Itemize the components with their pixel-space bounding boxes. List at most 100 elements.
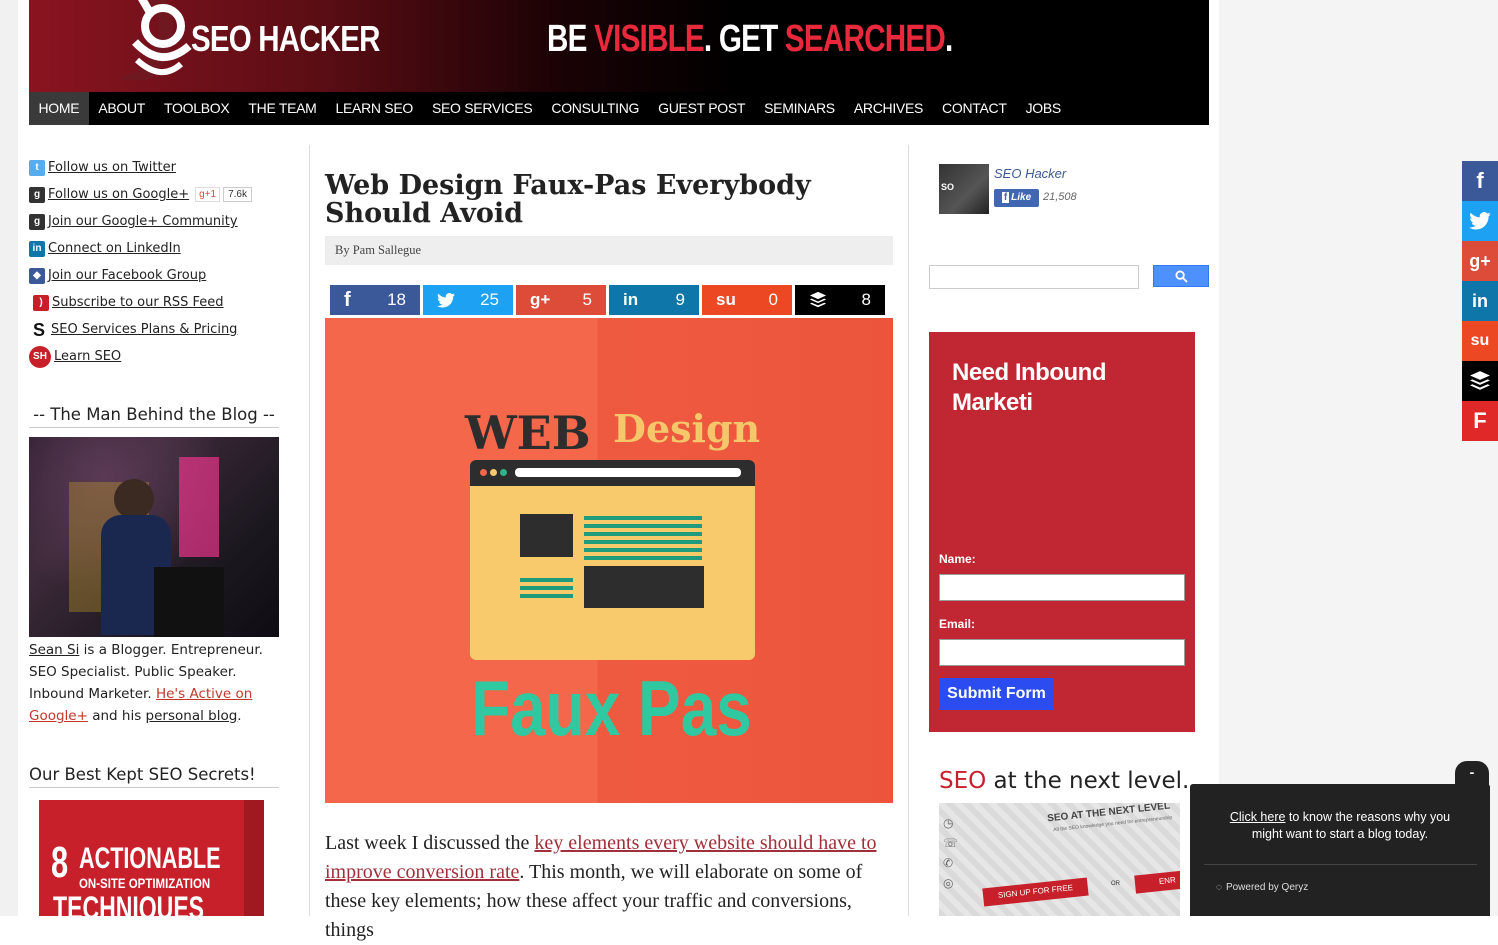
browser-dot-yellow xyxy=(490,469,497,476)
float-twitter-button[interactable] xyxy=(1462,201,1498,241)
nav-seminars[interactable]: SEMINARS xyxy=(755,92,845,125)
seo-secrets-title: Our Best Kept SEO Secrets! xyxy=(29,765,279,788)
article-byline: By Pam Sallegue xyxy=(325,236,893,265)
stumbleupon-icon: su xyxy=(716,290,736,309)
floating-share-bar: f g+ in su F xyxy=(1462,161,1498,441)
qeryz-click-here-link[interactable]: Click here xyxy=(1230,810,1286,824)
share-google-plus-button[interactable]: g+ 5 xyxy=(516,285,606,315)
qeryz-message: Click here to know the reasons why you m… xyxy=(1220,809,1460,843)
buffer-icon xyxy=(809,291,827,308)
linkedin-link[interactable]: Connect on LinkedIn xyxy=(48,241,181,256)
share-stumbleupon-button[interactable]: su 0 xyxy=(702,285,792,315)
hero-lines-bottom xyxy=(520,578,573,602)
nav-archives[interactable]: ARCHIVES xyxy=(844,92,932,125)
fb-like-label: Like xyxy=(1011,192,1032,203)
nav-guest-post[interactable]: GUEST POST xyxy=(649,92,755,125)
nav-about[interactable]: ABOUT xyxy=(89,92,155,125)
author-photo[interactable] xyxy=(29,437,279,637)
submit-form-button[interactable]: Submit Form xyxy=(939,678,1054,710)
ebook-line1: ACTIONABLE xyxy=(79,842,221,875)
logo-text[interactable]: SEO HACKER xyxy=(191,18,380,60)
share-twitter-button[interactable]: 25 xyxy=(423,285,513,315)
float-buffer-button[interactable] xyxy=(1462,361,1498,401)
fb-like-count: 21,508 xyxy=(1043,191,1077,203)
twitter-icon: t xyxy=(29,159,45,176)
share-count: 5 xyxy=(582,290,592,309)
float-stumbleupon-button[interactable]: su xyxy=(1462,321,1498,361)
author-name-link[interactable]: Sean Si xyxy=(29,642,79,658)
main-nav: HOME ABOUT TOOLBOX THE TEAM LEARN SEO SE… xyxy=(29,92,1209,125)
nav-seo-services[interactable]: SEO SERVICES xyxy=(422,92,541,125)
google-plus-icon: g+ xyxy=(1469,250,1491,271)
share-bar: f 18 25 g+ 5 in 9 su 0 8 xyxy=(330,285,885,315)
facebook-group-link[interactable]: Join our Facebook Group xyxy=(48,268,206,283)
bio-text: . xyxy=(237,708,242,724)
qeryz-logo-icon: ◌ xyxy=(1216,882,1222,893)
header-banner: SEO HACKER BE VISIBLE. GET SEARCHED. xyxy=(29,0,1209,92)
author-widget-title: -- The Man Behind the Blog -- xyxy=(29,405,279,428)
search-input[interactable] xyxy=(929,265,1139,289)
tagline-searched: SEARCHED xyxy=(784,18,946,60)
ad-or: OR xyxy=(1111,881,1120,887)
nav-home[interactable]: HOME xyxy=(29,92,89,125)
qeryz-powered-by[interactable]: ◌ Powered by Qeryz xyxy=(1216,882,1308,893)
search-button[interactable] xyxy=(1153,265,1209,287)
follow-twitter-link[interactable]: Follow us on Twitter xyxy=(48,160,176,175)
seo-services-link[interactable]: SEO Services Plans & Pricing xyxy=(51,322,237,337)
photo-backdrop-pink xyxy=(179,457,219,557)
tagline-visible: VISIBLE xyxy=(594,18,705,60)
tagline-part: . GET xyxy=(703,18,785,60)
nav-contact[interactable]: CONTACT xyxy=(933,92,1017,125)
google-community-link[interactable]: Join our Google+ Community xyxy=(48,214,238,229)
sh-logo-icon: SH xyxy=(29,345,51,368)
share-linkedin-button[interactable]: in 9 xyxy=(609,285,699,315)
email-field[interactable] xyxy=(939,639,1185,666)
nav-the-team[interactable]: THE TEAM xyxy=(239,92,326,125)
page-left-gutter xyxy=(0,0,18,916)
personal-blog-link[interactable]: personal blog xyxy=(146,708,238,724)
seo-next-red: SEO xyxy=(939,768,987,794)
share-facebook-button[interactable]: f 18 xyxy=(330,285,420,315)
ebook-number: 8 xyxy=(51,838,69,887)
tagline-part: . xyxy=(944,18,953,60)
share-buffer-button[interactable]: 8 xyxy=(795,285,885,315)
float-linkedin-button[interactable]: in xyxy=(1462,281,1498,321)
social-link-google-community: g Join our Google+ Community xyxy=(29,208,289,235)
email-label: Email: xyxy=(939,617,976,631)
article-body: Last week I discussed the key elements e… xyxy=(325,829,895,945)
nav-jobs[interactable]: JOBS xyxy=(1016,92,1070,125)
seo-next-level-ad[interactable]: SEO AT THE NEXT LEVEL All the SEO knowle… xyxy=(939,803,1180,916)
gplus-one-button[interactable]: g+1 xyxy=(195,187,221,202)
qeryz-popup: Click here to know the reasons why you m… xyxy=(1190,784,1490,916)
browser-address-bar xyxy=(515,468,741,477)
fb-page-thumbnail[interactable]: SO xyxy=(939,164,989,214)
nav-learn-seo[interactable]: LEARN SEO xyxy=(326,92,422,125)
share-count: 9 xyxy=(675,290,685,309)
follow-google-plus-link[interactable]: Follow us on Google+ xyxy=(48,187,189,202)
hero-design-text: Design xyxy=(613,406,761,451)
float-google-plus-button[interactable]: g+ xyxy=(1462,241,1498,281)
learn-seo-link[interactable]: Learn SEO xyxy=(54,349,121,364)
float-facebook-button[interactable]: f xyxy=(1462,161,1498,201)
article-hero-image[interactable]: WEB Design Faux Pas xyxy=(325,318,893,803)
social-link-seo-services: S SEO Services Plans & Pricing xyxy=(29,316,289,343)
hero-faux-pas-text: Faux Pas xyxy=(471,664,752,752)
hero-browser-window xyxy=(470,460,755,660)
seo-next-rest: at the next level. xyxy=(986,768,1190,794)
name-field[interactable] xyxy=(939,574,1185,601)
nav-toolbox[interactable]: TOOLBOX xyxy=(155,92,239,125)
left-sidebar-social: t Follow us on Twitter g Follow us on Go… xyxy=(29,154,289,370)
facebook-icon: f xyxy=(1476,168,1484,193)
ebook-cover[interactable]: 8 ACTIONABLE ON-SITE OPTIMIZATION TECHNI… xyxy=(39,800,264,916)
ebook-line2: ON-SITE OPTIMIZATION xyxy=(79,875,211,891)
rss-link[interactable]: Subscribe to our RSS Feed xyxy=(52,295,224,310)
fb-like-button[interactable]: f Like xyxy=(994,189,1039,207)
hero-block-dark-2 xyxy=(584,566,704,608)
rss-icon: ) xyxy=(33,294,49,311)
float-flipboard-button[interactable]: F xyxy=(1462,401,1498,441)
seo-hacker-logo-icon[interactable] xyxy=(121,0,201,80)
fb-page-name[interactable]: SEO Hacker xyxy=(994,166,1066,181)
article-title[interactable]: Web Design Faux-Pas Everybody Should Avo… xyxy=(325,172,895,228)
nav-consulting[interactable]: CONSULTING xyxy=(542,92,649,125)
body-text: Last week I discussed the xyxy=(325,832,535,854)
